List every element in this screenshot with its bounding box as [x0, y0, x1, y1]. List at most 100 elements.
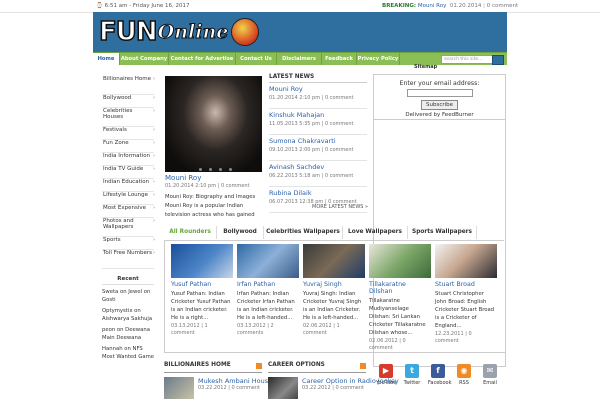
sidebar-item[interactable]: Photos and Wallpapers › — [102, 218, 155, 237]
sidebar-item[interactable]: Billionaires Home › — [102, 76, 155, 95]
nav-disclaimers[interactable]: Disclaimers — [277, 53, 322, 65]
twitter-link[interactable]: t Twitter — [402, 364, 422, 386]
clock-icon: ⌚ — [96, 3, 105, 9]
tab-all-rounders[interactable]: All Rounders — [164, 226, 217, 239]
featured-image[interactable] — [165, 76, 262, 172]
category-sidebar: Billionaires Home › Bollywood › Celebritie… — [102, 76, 155, 269]
chevron-right-icon: › — [153, 166, 155, 172]
site-logo[interactable]: FUN Online — [98, 16, 260, 48]
sidebar-item[interactable]: Celebrities Houses › — [102, 108, 155, 127]
slider-dots[interactable] — [199, 168, 232, 171]
subscribe-button[interactable]: Subscribe — [420, 100, 459, 110]
main-nav: Home About Company Contact for Advertise… — [93, 52, 507, 65]
social-links: ▶ YouTube t Twitter f Facebook ◉ RSS ✉ E… — [376, 364, 500, 386]
player-image[interactable] — [237, 244, 299, 278]
latest-news-heading: LATEST NEWS — [269, 74, 367, 83]
player-image[interactable] — [171, 244, 233, 278]
recent-comment[interactable]: peon on Deewana Main Deewana — [102, 327, 154, 342]
chevron-right-icon: › — [153, 76, 155, 82]
billionaires-section-heading: BILLIONAIRES HOME — [164, 362, 262, 373]
youtube-icon: ▶ — [379, 364, 393, 378]
breaking-title-link[interactable]: Mouni Roy — [418, 3, 447, 9]
recent-comment[interactable]: Sweta on Jewel on Gosti — [102, 289, 154, 304]
chevron-right-icon: › — [153, 179, 155, 185]
recent-comment[interactable]: Hannah on NFS Most Wanted Game — [102, 346, 154, 361]
nav-privacy-policy[interactable]: Privacy Policy — [357, 53, 400, 65]
item-thumbnail[interactable] — [268, 377, 298, 399]
breaking-label: BREAKING: — [382, 3, 417, 9]
rss-icon[interactable] — [360, 363, 366, 369]
rss-icon[interactable] — [256, 363, 262, 369]
category-tabs: All Rounders Bollywood Celebrities Wallp… — [164, 226, 504, 241]
tab-celebrities-wallpapers[interactable]: Celebrities Wallpapers — [264, 226, 343, 239]
nav-home[interactable]: Home — [93, 53, 120, 65]
sidebar-item[interactable]: India TV Guide › — [102, 166, 155, 179]
tab-love-wallpapers[interactable]: Love Wallpapers — [343, 226, 408, 239]
nav-feedback[interactable]: Feedback — [322, 53, 357, 65]
chevron-right-icon: › — [153, 140, 155, 146]
latest-news: LATEST NEWS Mouni Roy 01.20.2014 2:10 pm … — [269, 74, 367, 213]
sidebar-item[interactable]: Bollywood › — [102, 95, 155, 108]
chevron-right-icon: › — [153, 108, 155, 114]
sidebar-item[interactable]: India Information › — [102, 153, 155, 166]
subscribe-widget: Enter your email address: Subscribe Deli… — [373, 74, 506, 120]
chevron-right-icon: › — [153, 127, 155, 133]
sitemap-link[interactable]: Sitemap — [414, 64, 437, 70]
featured-title[interactable]: Mouni Roy — [165, 174, 201, 182]
tab-content: Yusuf Pathan Yusuf Pathan: Indian Cricke… — [164, 240, 506, 353]
sidebar-item[interactable]: Festivals › — [102, 127, 155, 140]
sidebar-item[interactable]: Fun Zone › — [102, 140, 155, 153]
breaking-date: 01.20.2014 — [449, 3, 482, 9]
player-card[interactable]: Yusuf Pathan Yusuf Pathan: Indian Cricke… — [171, 244, 233, 337]
recent-comment[interactable]: Optymystix on Aishwarya Sakhuja — [102, 308, 154, 323]
sidebar-item[interactable]: Toll Free Numbers › — [102, 250, 155, 269]
chevron-right-icon: › — [153, 237, 155, 243]
nav-contact-us[interactable]: Contact Us — [236, 53, 277, 65]
career-section-heading: CAREER OPTIONS — [268, 362, 366, 373]
news-item[interactable]: Avinash Sachdev 06.22.2013 5:18 am | 0 co… — [269, 163, 367, 187]
chevron-right-icon: › — [153, 250, 155, 256]
news-item[interactable]: Kinshuk Mahajan 11.05.2013 5:35 pm | 0 co… — [269, 111, 367, 135]
breaking-news[interactable]: BREAKING: Mouni Roy 01.20.2014 | 0 comme… — [382, 3, 518, 9]
player-card[interactable]: Tillakaratne Dilshan Tillakaratne Mudiya… — [369, 244, 431, 352]
news-item[interactable]: Mouni Roy 01.20.2014 2:10 pm | 0 comment — [269, 85, 367, 109]
player-card[interactable]: Stuart Broad Stuart Christopher John Bro… — [435, 244, 497, 345]
billionaires-item[interactable]: Mukesh Ambani House 03.22.2012 | 0 comme… — [164, 377, 272, 399]
player-card[interactable]: Irfan Pathan Irfan Pathan: Indian Cricke… — [237, 244, 299, 337]
search-input[interactable]: search this site... — [441, 55, 493, 64]
tab-bollywood[interactable]: Bollywood — [217, 226, 264, 239]
tab-sports-wallpapers[interactable]: Sports Wallpapers — [408, 226, 477, 239]
site-header: FUN Online — [93, 12, 507, 52]
player-image[interactable] — [369, 244, 431, 278]
facebook-icon: f — [431, 364, 445, 378]
player-card[interactable]: Yuvraj Singh Yuvraj Singh: Indian Cricke… — [303, 244, 365, 337]
email-icon: ✉ — [483, 364, 497, 378]
email-link[interactable]: ✉ Email — [480, 364, 500, 386]
sidebar-item[interactable]: Lifestyle Lounge › — [102, 192, 155, 205]
twitter-icon: t — [405, 364, 419, 378]
news-item[interactable]: Sumona Chakravarti 09.10.2013 2:00 pm | 0… — [269, 137, 367, 161]
player-image[interactable] — [435, 244, 497, 278]
sidebar-item[interactable]: Most Expensive › — [102, 205, 155, 218]
rss-link[interactable]: ◉ RSS — [454, 364, 474, 386]
nav-about-company[interactable]: About Company — [120, 53, 169, 65]
youtube-link[interactable]: ▶ YouTube — [376, 364, 396, 386]
rooster-mascot-icon — [231, 18, 260, 46]
chevron-right-icon: › — [153, 218, 155, 224]
recent-title: Recent — [102, 276, 154, 285]
player-image[interactable] — [303, 244, 365, 278]
nav-contact-advertise[interactable]: Contact for Advertise — [169, 53, 236, 65]
chevron-right-icon: › — [153, 95, 155, 101]
sidebar-item[interactable]: Sports › — [102, 237, 155, 250]
sidebar-item[interactable]: Indian Education › — [102, 179, 155, 192]
date-time: ⌚ 6:51 am - Friday June 16, 2017 — [96, 3, 190, 9]
search-button[interactable] — [492, 55, 504, 65]
facebook-link[interactable]: f Facebook — [428, 364, 452, 386]
logo-online: Online — [157, 21, 229, 44]
item-thumbnail[interactable] — [164, 377, 194, 399]
chevron-right-icon: › — [153, 205, 155, 211]
recent-comments: Recent Sweta on Jewel on Gosti Optymysti… — [102, 276, 154, 361]
featured-meta: 01.20.2014 2:10 pm | 0 comment — [165, 183, 250, 189]
more-news-link[interactable]: MORE LATEST NEWS » — [312, 204, 368, 210]
email-field[interactable] — [406, 89, 473, 97]
